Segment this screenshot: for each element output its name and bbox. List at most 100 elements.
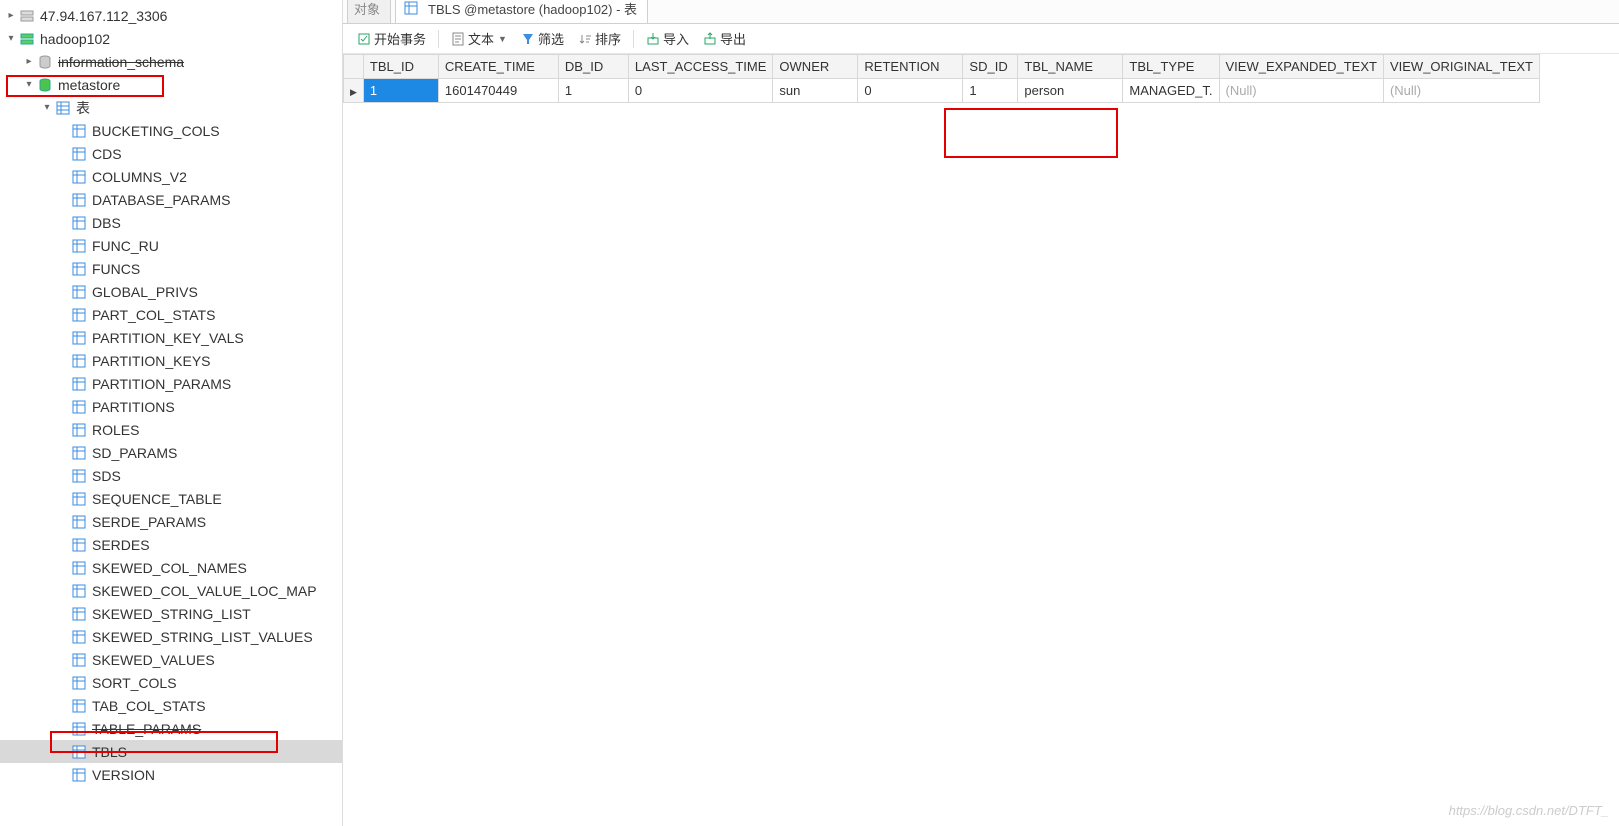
cell[interactable]: 1 (963, 79, 1018, 103)
column-header[interactable]: DB_ID (558, 55, 628, 79)
tree-item[interactable]: ▸GLOBAL_PRIVS (0, 280, 342, 303)
tree-item[interactable]: ▸BUCKETING_COLS (0, 119, 342, 142)
tree-item[interactable]: ▸PARTITION_KEYS (0, 349, 342, 372)
data-grid[interactable]: TBL_IDCREATE_TIMEDB_IDLAST_ACCESS_TIMEOW… (343, 54, 1540, 103)
tree-item[interactable]: ▸ 47.94.167.112_3306 (0, 4, 342, 27)
column-header[interactable]: VIEW_EXPANDED_TEXT (1219, 55, 1383, 79)
tree-item[interactable]: ▸SERDES (0, 533, 342, 556)
tree-item-label: PARTITIONS (92, 399, 175, 415)
cell[interactable]: 0 (628, 79, 773, 103)
tree-item[interactable]: ▸SEQUENCE_TABLE (0, 487, 342, 510)
cell[interactable]: (Null) (1219, 79, 1383, 103)
caret-icon[interactable]: ▸ (22, 56, 36, 67)
text-button[interactable]: 文本▼ (447, 27, 511, 50)
data-grid-wrapper[interactable]: TBL_IDCREATE_TIMEDB_IDLAST_ACCESS_TIMEOW… (343, 54, 1619, 826)
table-icon (70, 400, 88, 414)
server-on-icon (18, 32, 36, 46)
column-header[interactable]: OWNER (773, 55, 858, 79)
begin-transaction-button[interactable]: 开始事务 (353, 27, 430, 50)
editor-tabbar: 对象 TBLS @metastore (hadoop102) - 表 (343, 0, 1619, 24)
tree-item[interactable]: ▸PARTITIONS (0, 395, 342, 418)
caret-open-icon[interactable]: ▾ (4, 33, 18, 44)
tree-item[interactable]: ▸FUNCS (0, 257, 342, 280)
import-button[interactable]: 导入 (642, 27, 693, 50)
tree-item-label: CDS (92, 146, 122, 162)
tree-item[interactable]: ▸DATABASE_PARAMS (0, 188, 342, 211)
column-header[interactable]: SD_ID (963, 55, 1018, 79)
tree-item[interactable]: ▸SD_PARAMS (0, 441, 342, 464)
table-icon (70, 239, 88, 253)
table-icon (70, 124, 88, 138)
tree-item-label: TABLE_PARAMS (92, 721, 201, 737)
cell[interactable]: MANAGED_T. (1123, 79, 1219, 103)
tab-objects[interactable]: 对象 (347, 0, 391, 23)
export-button[interactable]: 导出 (699, 27, 750, 50)
table-icon (70, 722, 88, 736)
table-icon (70, 515, 88, 529)
tree-item[interactable]: ▸information_schema (0, 50, 342, 73)
tree-item[interactable]: ▸PART_COL_STATS (0, 303, 342, 326)
tree-item[interactable]: ▸CDS (0, 142, 342, 165)
tree-item-label: ROLES (92, 422, 139, 438)
column-header[interactable]: VIEW_ORIGINAL_TEXT (1383, 55, 1539, 79)
tree-item[interactable]: ▸SKEWED_STRING_LIST_VALUES (0, 625, 342, 648)
column-header[interactable]: RETENTION (858, 55, 963, 79)
caret-icon[interactable]: ▸ (4, 10, 18, 21)
main-panel: 对象 TBLS @metastore (hadoop102) - 表 开始事务 … (343, 0, 1619, 826)
table-icon (70, 308, 88, 322)
column-header[interactable]: TBL_TYPE (1123, 55, 1219, 79)
tree-item-label: FUNC_RU (92, 238, 159, 254)
table-icon (70, 147, 88, 161)
tree-item[interactable]: ▸DBS (0, 211, 342, 234)
tree-item[interactable]: ▸PARTITION_KEY_VALS (0, 326, 342, 349)
cell[interactable]: sun (773, 79, 858, 103)
tree-item[interactable]: ▸SKEWED_COL_VALUE_LOC_MAP (0, 579, 342, 602)
db-off-icon (36, 55, 54, 69)
tree-item[interactable]: ▸SORT_COLS (0, 671, 342, 694)
tree-item[interactable]: ▸SERDE_PARAMS (0, 510, 342, 533)
column-header[interactable]: TBL_ID (363, 55, 438, 79)
tree-item[interactable]: ▸FUNC_RU (0, 234, 342, 257)
column-header[interactable]: CREATE_TIME (438, 55, 558, 79)
tree-item[interactable]: ▸TABLE_PARAMS (0, 717, 342, 740)
tree-item-label: DATABASE_PARAMS (92, 192, 230, 208)
tree-item-label: SKEWED_VALUES (92, 652, 215, 668)
tree-item-label: 47.94.167.112_3306 (40, 8, 167, 24)
caret-open-icon[interactable]: ▾ (22, 79, 36, 90)
tree-item[interactable]: ▸SKEWED_COL_NAMES (0, 556, 342, 579)
filter-button[interactable]: 筛选 (517, 27, 568, 50)
tree-item[interactable]: ▾metastore (0, 73, 342, 96)
column-header[interactable]: LAST_ACCESS_TIME (628, 55, 773, 79)
tree-item[interactable]: ▸SDS (0, 464, 342, 487)
table-icon (70, 768, 88, 782)
tree-item[interactable]: ▸PARTITION_PARAMS (0, 372, 342, 395)
cell[interactable]: 1 (558, 79, 628, 103)
tree-item[interactable]: ▸SKEWED_VALUES (0, 648, 342, 671)
cell[interactable]: 1 (363, 79, 438, 103)
cell[interactable]: 1601470449 (438, 79, 558, 103)
tree-item-label: SDS (92, 468, 121, 484)
sort-button[interactable]: 排序 (574, 27, 625, 50)
caret-open-icon[interactable]: ▾ (40, 102, 54, 113)
tree-item[interactable]: ▸TAB_COL_STATS (0, 694, 342, 717)
tree-item[interactable]: ▸ROLES (0, 418, 342, 441)
tree-item[interactable]: ▸SKEWED_STRING_LIST (0, 602, 342, 625)
table-icon (70, 492, 88, 506)
tree-item-label: PART_COL_STATS (92, 307, 215, 323)
tree-item-label: SEQUENCE_TABLE (92, 491, 222, 507)
table-row[interactable]: 1160147044910sun01personMANAGED_T.(Null)… (344, 79, 1540, 103)
cell[interactable]: person (1018, 79, 1123, 103)
tree-item[interactable]: ▾表 (0, 96, 342, 119)
cell[interactable]: (Null) (1383, 79, 1539, 103)
cell[interactable]: 0 (858, 79, 963, 103)
tree-item[interactable]: ▾hadoop102 (0, 27, 342, 50)
tab-tbls[interactable]: TBLS @metastore (hadoop102) - 表 (395, 0, 648, 23)
chevron-down-icon: ▼ (498, 34, 507, 44)
tab-label: 对象 (354, 0, 380, 18)
table-icon (70, 446, 88, 460)
column-header[interactable]: TBL_NAME (1018, 55, 1123, 79)
tree-item[interactable]: ▸COLUMNS_V2 (0, 165, 342, 188)
tree-item[interactable]: ▸VERSION (0, 763, 342, 786)
tree-item[interactable]: ▸TBLS (0, 740, 342, 763)
table-icon (70, 354, 88, 368)
